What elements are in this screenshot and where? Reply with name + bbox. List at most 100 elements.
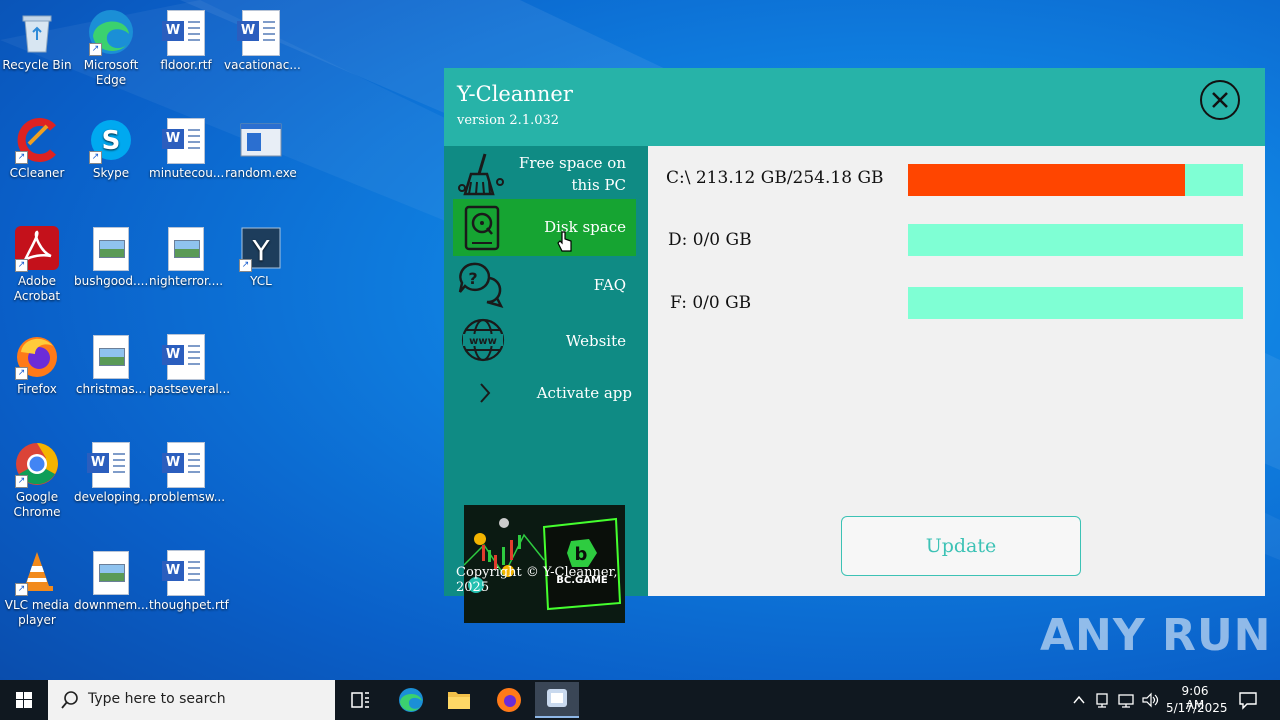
desktop-icon-label: CCleaner	[9, 166, 65, 180]
desktop-icon-skype[interactable]: S ↗ Skype	[74, 116, 148, 181]
desktop-icon-label: Adobe Acrobat	[13, 274, 61, 303]
task-view-button[interactable]	[338, 684, 382, 716]
desktop-icon-label: Microsoft Edge	[83, 58, 139, 87]
app-title: Y-Cleanner	[457, 82, 573, 106]
svg-text:?: ?	[468, 269, 477, 288]
taskbar-search-box[interactable]: Type here to search	[48, 680, 335, 720]
desktop-icon-ccleaner[interactable]: ↗ CCleaner	[0, 116, 74, 181]
desktop-icon-label: YCL	[250, 274, 272, 288]
desktop-icon-nighterror[interactable]: nighterror....	[149, 224, 223, 289]
drive-usage-bar	[908, 164, 1243, 196]
monitor-network-icon[interactable]	[1117, 692, 1135, 708]
desktop-icon-edge[interactable]: ↗ Microsoft Edge	[74, 8, 148, 88]
desktop-icon-label: developing...	[74, 490, 152, 504]
desktop-icon-firefox[interactable]: ↗ Firefox	[0, 332, 74, 397]
bc-game-ad-banner[interactable]: b BC.GAME	[464, 505, 625, 623]
word-document-icon: W	[87, 442, 130, 488]
desktop-icon-developing[interactable]: W developing...	[74, 440, 152, 505]
svg-text:S: S	[102, 126, 121, 156]
desktop-icon-label: Firefox	[17, 382, 57, 396]
nav-activate-app[interactable]: Activate app	[453, 370, 636, 416]
ycl-app-icon: Y ↗	[237, 224, 285, 272]
nav-disk-space[interactable]: Disk space	[453, 199, 636, 256]
nav-website[interactable]: www Website	[453, 316, 636, 364]
taskbar-firefox[interactable]	[487, 684, 531, 716]
start-button[interactable]	[2, 684, 46, 716]
nav-faq-label: FAQ	[593, 276, 626, 294]
folder-icon	[448, 692, 470, 709]
drive-row-d: D: 0/0 GB	[666, 224, 1244, 264]
desktop-icon-bushgood[interactable]: bushgood....	[74, 224, 148, 289]
drive-usage-fill	[908, 164, 1186, 196]
word-document-icon: W	[162, 442, 205, 488]
drive-label: D: 0/0 GB	[668, 230, 752, 250]
taskbar-edge[interactable]	[389, 684, 433, 716]
shortcut-arrow-icon: ↗	[15, 151, 28, 164]
copyright-text: Copyright © Y-Cleanner, 2025	[456, 565, 618, 595]
desktop-icon-recycle-bin[interactable]: Recycle Bin	[0, 8, 74, 73]
app-window-icon	[547, 689, 567, 707]
svg-text:Y: Y	[251, 234, 270, 267]
hand-cursor-icon	[557, 231, 572, 252]
search-placeholder: Type here to search	[88, 691, 226, 707]
nav-website-label: Website	[565, 332, 626, 350]
desktop-icon-adobe-acrobat[interactable]: ↗ Adobe Acrobat	[0, 224, 74, 304]
shortcut-arrow-icon: ↗	[89, 43, 102, 56]
chevron-right-icon	[480, 383, 491, 403]
y-cleanner-window: Y-Cleanner version 2.1.032 Free space on…	[444, 68, 1265, 623]
notification-center-icon[interactable]	[1238, 690, 1258, 710]
desktop-icon-label: Recycle Bin	[2, 58, 72, 72]
nav-free-space-label: Free space on this PC	[518, 154, 626, 194]
firefox-icon	[497, 688, 521, 712]
clock-date[interactable]: 5/17/2025	[1166, 701, 1228, 715]
taskbar-file-explorer[interactable]	[437, 684, 481, 716]
desktop-icon-label: christmas...	[75, 382, 147, 396]
svg-text:www: www	[469, 336, 497, 347]
desktop-icon-minutecou[interactable]: W minutecou...	[149, 116, 224, 181]
close-button[interactable]	[1200, 80, 1240, 120]
network-status-icon[interactable]	[1094, 692, 1112, 708]
desktop-icon-downmem[interactable]: downmem...	[74, 548, 149, 613]
desktop-icon-fldoor[interactable]: W fldoor.rtf	[149, 8, 223, 73]
desktop-icon-label: Skype	[92, 166, 130, 180]
app-header: Y-Cleanner version 2.1.032	[444, 68, 1265, 146]
vlc-cone-icon: ↗	[13, 548, 61, 596]
desktop-icon-label: VLC media player	[4, 598, 70, 627]
desktop-icon-ycl[interactable]: Y ↗ YCL	[224, 224, 298, 289]
shortcut-arrow-icon: ↗	[89, 151, 102, 164]
taskbar-y-cleanner[interactable]	[535, 682, 579, 718]
desktop-icon-label: downmem...	[74, 598, 149, 612]
chrome-icon: ↗	[13, 440, 61, 488]
nav-free-space[interactable]: Free space on this PC	[453, 150, 636, 200]
taskbar: Type here to search 9:06 AM 5/17/2025	[0, 680, 1280, 720]
volume-icon[interactable]	[1141, 692, 1159, 708]
desktop-icon-chrome[interactable]: ↗ Google Chrome	[0, 440, 74, 520]
adobe-acrobat-icon: ↗	[13, 224, 61, 272]
shortcut-arrow-icon: ↗	[15, 583, 28, 596]
windows-logo-icon	[16, 692, 32, 708]
desktop-icon-problemsw[interactable]: W problemsw...	[149, 440, 226, 505]
word-document-icon: W	[162, 550, 205, 596]
desktop-icon-vacationac[interactable]: W vacationac...	[224, 8, 301, 73]
edge-icon	[399, 688, 423, 712]
desktop-icon-pastseveral[interactable]: W pastseveral...	[149, 332, 230, 397]
desktop-icon-christmas[interactable]: christmas...	[74, 332, 148, 397]
drive-usage-bar	[908, 224, 1243, 256]
desktop-icon-thoughpet[interactable]: W thoughpet.rtf	[149, 548, 229, 613]
app-version: version 2.1.032	[457, 113, 560, 128]
desktop-icon-label: problemsw...	[149, 490, 226, 504]
chevron-up-icon[interactable]	[1072, 693, 1086, 707]
desktop-icon-vlc[interactable]: ↗ VLC media player	[0, 548, 74, 628]
image-file-icon	[93, 227, 129, 271]
shortcut-arrow-icon: ↗	[15, 259, 28, 272]
nav-faq[interactable]: ? FAQ	[453, 258, 636, 310]
faq-chat-icon: ?	[458, 262, 504, 308]
recycle-bin-icon	[13, 8, 61, 56]
update-button[interactable]: Update	[841, 516, 1081, 576]
desktop-icon-random-exe[interactable]: random.exe	[224, 116, 298, 181]
desktop-icon-label: random.exe	[225, 166, 297, 180]
desktop-icon-label: thoughpet.rtf	[149, 598, 229, 612]
globe-www-icon: www	[461, 318, 505, 362]
executable-icon	[237, 116, 285, 164]
drive-row-c: C:\ 213.12 GB/254.18 GB	[666, 164, 1244, 204]
